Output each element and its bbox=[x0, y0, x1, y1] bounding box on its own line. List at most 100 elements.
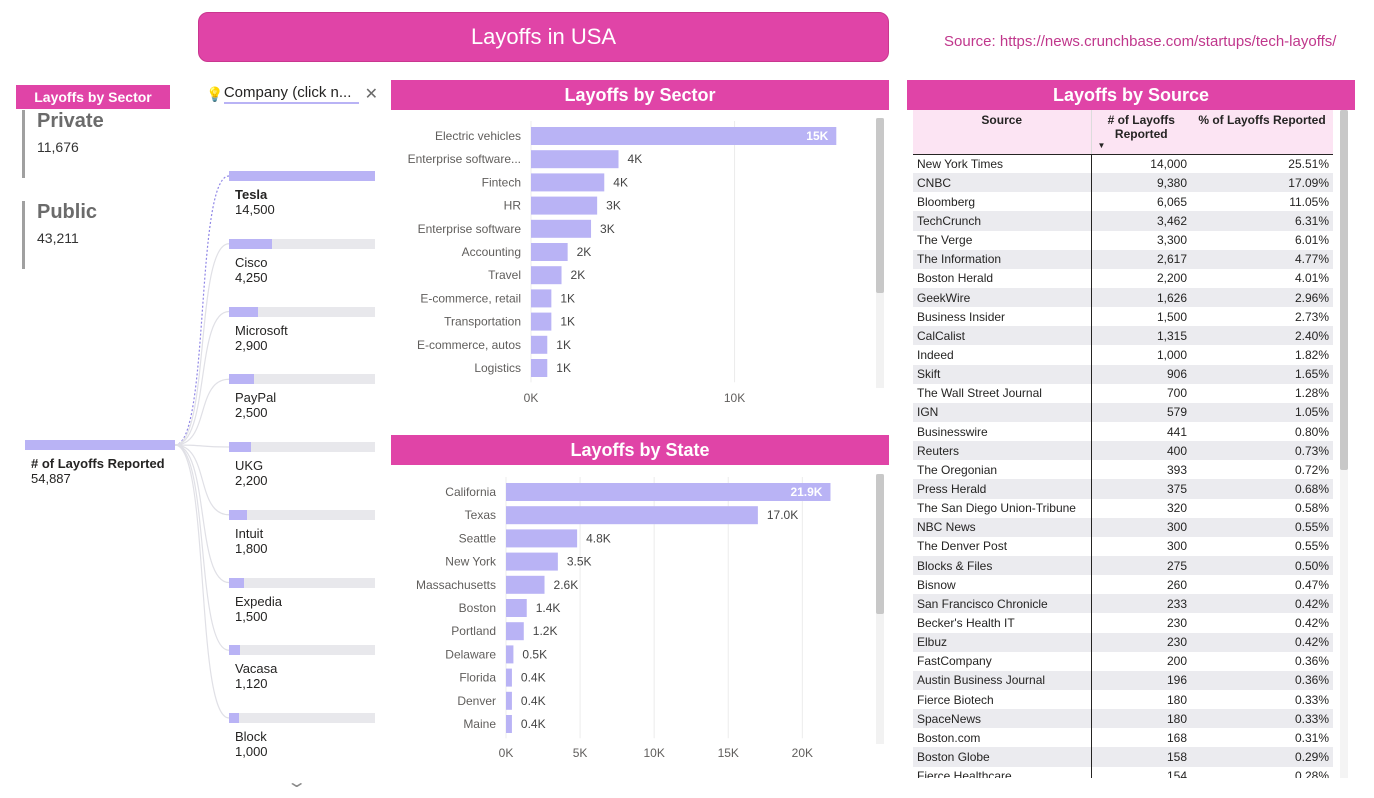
tree-node-intuit[interactable]: Intuit 1,800 bbox=[229, 509, 375, 556]
table-row[interactable]: San Francisco Chronicle 233 0.42% bbox=[913, 594, 1333, 614]
scroll-thumb[interactable] bbox=[1340, 110, 1348, 470]
table-row[interactable]: SpaceNews 180 0.33% bbox=[913, 709, 1333, 729]
table-row[interactable]: The Denver Post 300 0.55% bbox=[913, 536, 1333, 556]
cell-pct: 1.65% bbox=[1191, 364, 1333, 384]
data-label: 4K bbox=[613, 175, 628, 189]
bar bbox=[506, 506, 758, 525]
tree-node-cisco[interactable]: Cisco 4,250 bbox=[229, 238, 375, 285]
table-row[interactable]: Reuters 400 0.73% bbox=[913, 441, 1333, 461]
tree-node-expedia[interactable]: Expedia 1,500 bbox=[229, 577, 375, 624]
scroll-thumb[interactable] bbox=[876, 118, 884, 293]
table-row[interactable]: Press Herald 375 0.68% bbox=[913, 479, 1333, 499]
cell-pct: 17.09% bbox=[1191, 173, 1333, 193]
cell-count: 200 bbox=[1090, 651, 1191, 671]
table-row[interactable]: CalCalist 1,315 2.40% bbox=[913, 326, 1333, 346]
table-row[interactable]: The San Diego Union-Tribune 320 0.58% bbox=[913, 498, 1333, 518]
category-label: Boston bbox=[459, 601, 496, 615]
table-row[interactable]: NBC News 300 0.55% bbox=[913, 517, 1333, 537]
category-label: Enterprise software... bbox=[408, 152, 521, 166]
table-row[interactable]: Businesswire 441 0.80% bbox=[913, 421, 1333, 442]
bar bbox=[506, 483, 831, 501]
tree-node-tesla[interactable]: Tesla 14,500 bbox=[229, 171, 375, 217]
table-row[interactable]: FastCompany 200 0.36% bbox=[913, 651, 1333, 671]
chevron-down-icon[interactable]: ⌄ bbox=[286, 772, 307, 792]
table-row[interactable]: Business Insider 1,500 2.73% bbox=[913, 307, 1333, 327]
bar bbox=[531, 196, 598, 215]
tree-node-vacasa[interactable]: Vacasa 1,120 bbox=[229, 645, 375, 691]
cell-source: Blocks & Files bbox=[913, 555, 1091, 576]
company-filter[interactable]: 💡 Company (click n... ✕ bbox=[206, 82, 378, 106]
cell-source: Becker's Health IT bbox=[917, 615, 1015, 630]
table-row[interactable]: The Verge 3,300 6.01% bbox=[913, 230, 1333, 250]
table-scrollbar[interactable] bbox=[1340, 110, 1348, 778]
public-card[interactable]: Public 43,211 bbox=[22, 201, 97, 269]
tree-node-block[interactable]: Block 1,000 bbox=[229, 713, 375, 759]
tree-node-microsoft[interactable]: Microsoft 2,900 bbox=[229, 306, 375, 353]
header-count-label: # of Layoffs Reported bbox=[1107, 113, 1175, 141]
data-label: 1K bbox=[560, 315, 575, 329]
table-row[interactable]: The Wall Street Journal 700 1.28% bbox=[913, 383, 1333, 403]
table-row[interactable]: Skift 906 1.65% bbox=[913, 364, 1333, 384]
category-label: Fintech bbox=[482, 175, 521, 189]
node-bar-track bbox=[229, 509, 375, 520]
x-tick-label: 15K bbox=[718, 746, 739, 760]
table-row[interactable]: Bloomberg 6,065 11.05% bbox=[913, 192, 1333, 212]
node-name: Vacasa bbox=[235, 661, 278, 677]
category-label: E-commerce, autos bbox=[417, 338, 521, 352]
table-row[interactable]: Becker's Health IT 230 0.42% bbox=[913, 613, 1333, 633]
table-row[interactable]: Fierce Biotech 180 0.33% bbox=[913, 689, 1333, 710]
source-link[interactable]: Source: https://news.crunchbase.com/star… bbox=[944, 33, 1336, 50]
private-card[interactable]: Private 11,676 bbox=[22, 110, 104, 178]
header-source[interactable]: Source bbox=[913, 110, 1091, 155]
table-row[interactable]: IGN 579 1.05% bbox=[913, 402, 1333, 422]
node-bar-track bbox=[229, 306, 375, 317]
table-row[interactable]: CNBC 9,380 17.09% bbox=[913, 173, 1333, 193]
table-row[interactable]: The Oregonian 393 0.72% bbox=[913, 460, 1333, 480]
cell-source: The Oregonian bbox=[917, 462, 998, 477]
close-icon[interactable]: ✕ bbox=[365, 84, 378, 104]
table-row[interactable]: Fierce Healthcare 154 0.28% bbox=[913, 766, 1333, 778]
header-pct[interactable]: % of Layoffs Reported bbox=[1191, 110, 1333, 155]
table-row[interactable]: Blocks & Files 275 0.50% bbox=[913, 555, 1333, 576]
tree-node-paypal[interactable]: PayPal 2,500 bbox=[229, 374, 375, 420]
category-label: Delaware bbox=[445, 647, 496, 661]
cell-count: 300 bbox=[1090, 517, 1191, 537]
bar bbox=[531, 219, 592, 238]
table-row[interactable]: Austin Business Journal 196 0.36% bbox=[913, 670, 1333, 690]
data-label: 2K bbox=[577, 245, 592, 259]
table-row[interactable]: Boston Herald 2,200 4.01% bbox=[913, 268, 1333, 288]
table-row[interactable]: The Information 2,617 4.77% bbox=[913, 249, 1333, 269]
table-row[interactable]: Elbuz 230 0.42% bbox=[913, 632, 1333, 652]
sector-chart-scrollbar[interactable] bbox=[876, 118, 884, 388]
table-row[interactable]: Bisnow 260 0.47% bbox=[913, 575, 1333, 595]
source-url[interactable]: https://news.crunchbase.com/startups/tec… bbox=[1000, 33, 1337, 50]
table-row[interactable]: GeekWire 1,626 2.96% bbox=[913, 287, 1333, 308]
table-row[interactable]: TechCrunch 3,462 6.31% bbox=[913, 211, 1333, 231]
tree-root-node[interactable]: # of Layoffs Reported 54,887 bbox=[25, 440, 175, 486]
node-bar-track bbox=[229, 374, 375, 385]
table-row[interactable]: New York Times 14,000 25.51% bbox=[913, 154, 1333, 174]
data-label: 3.5K bbox=[567, 555, 592, 569]
state-chart-scrollbar[interactable] bbox=[876, 474, 884, 744]
bar bbox=[531, 243, 568, 261]
scroll-thumb[interactable] bbox=[876, 474, 884, 614]
cell-count: 2,200 bbox=[1090, 268, 1191, 288]
header-count[interactable]: # of Layoffs Reported ▼ bbox=[1090, 110, 1191, 155]
cell-pct: 11.05% bbox=[1289, 194, 1329, 209]
x-tick-label: 10K bbox=[643, 746, 664, 760]
table-row[interactable]: Boston.com 168 0.31% bbox=[913, 728, 1333, 748]
bar bbox=[531, 335, 548, 354]
node-value: 1,800 bbox=[235, 540, 268, 556]
node-name: UKG bbox=[235, 458, 264, 473]
cell-count: 233 bbox=[1090, 594, 1191, 614]
bar bbox=[506, 622, 524, 641]
table-row[interactable]: Boston Globe 158 0.29% bbox=[913, 747, 1333, 767]
cell-count: 158 bbox=[1090, 747, 1191, 767]
cell-source: Businesswire bbox=[917, 424, 988, 439]
cell-pct: 0.55% bbox=[1294, 539, 1329, 554]
data-label: 17.0K bbox=[767, 508, 798, 522]
cell-pct: 2.73% bbox=[1294, 309, 1329, 324]
tree-node-ukg[interactable]: UKG 2,200 bbox=[229, 442, 375, 488]
table-row[interactable]: Indeed 1,000 1.82% bbox=[913, 345, 1333, 365]
cell-count: 14,000 bbox=[1090, 154, 1191, 174]
